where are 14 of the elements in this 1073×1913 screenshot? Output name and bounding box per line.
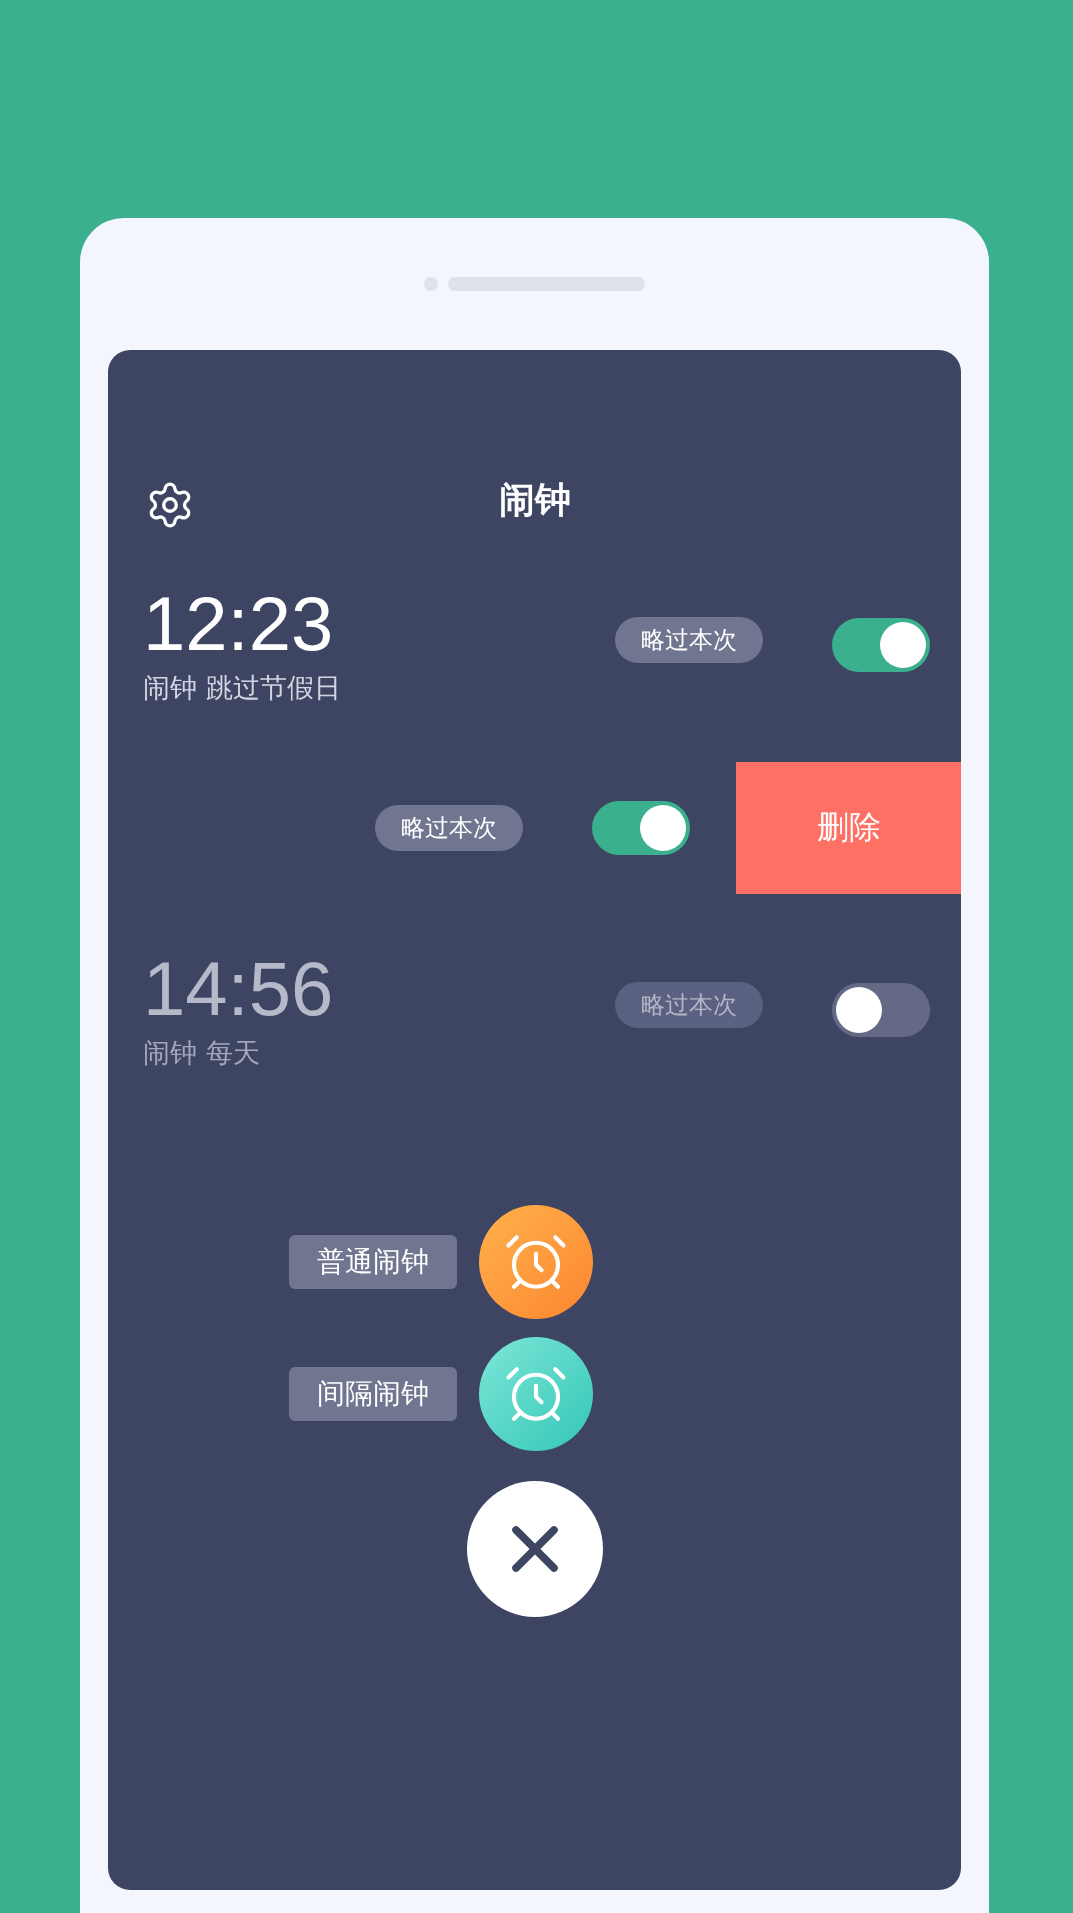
- skip-once-button[interactable]: 略过本次: [615, 982, 763, 1028]
- delete-button[interactable]: 删除: [736, 762, 961, 894]
- alarm-type-label[interactable]: 普通闹钟: [288, 1235, 457, 1289]
- screen-title: 闹钟: [498, 477, 571, 522]
- skip-once-button[interactable]: 略过本次: [375, 805, 523, 851]
- alarm-time: 14:56: [143, 949, 334, 1029]
- alarm-toggle[interactable]: [832, 618, 930, 672]
- alarm-toggle[interactable]: [832, 983, 930, 1037]
- alarm-label: 闹钟 跳过节假日: [143, 671, 341, 705]
- alarm-label: 闹钟 每天: [143, 1036, 260, 1070]
- skip-once-button[interactable]: 略过本次: [615, 617, 763, 663]
- alarm-time: 12:23: [143, 584, 334, 664]
- alarm-toggle[interactable]: [592, 801, 690, 855]
- alarm-type-label[interactable]: 间隔闹钟: [288, 1367, 457, 1421]
